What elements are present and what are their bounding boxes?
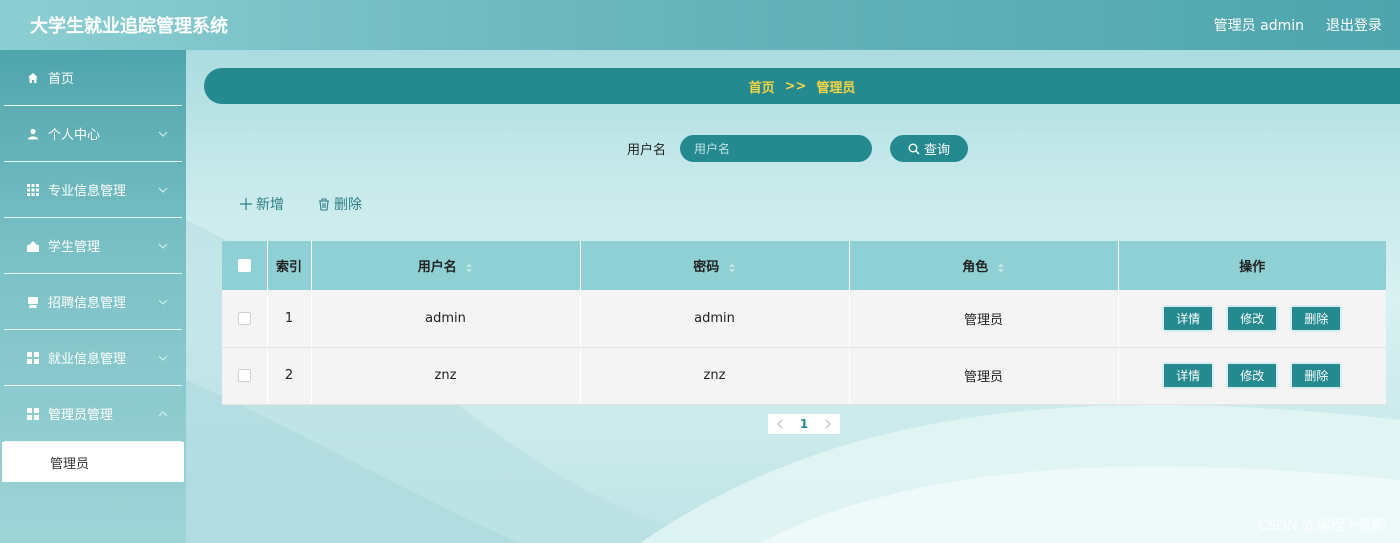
search-icon xyxy=(908,143,920,154)
top-header: 大学生就业追踪管理系统 管理员 admin 退出登录 xyxy=(0,0,1400,50)
detail-button[interactable]: 详情 xyxy=(1162,362,1215,389)
edit-button[interactable]: 修改 xyxy=(1226,362,1279,389)
column-header-index: 索引 xyxy=(267,241,312,290)
batch-delete-label: 删除 xyxy=(334,197,362,213)
column-header-ops: 操作 xyxy=(1118,241,1386,290)
sidebar-item-home[interactable]: 首页 xyxy=(4,50,182,106)
admin-table: 索引 用户名 密码 角色 操作 1 admin admin 管理员 详情 修改 … xyxy=(222,241,1386,405)
home-icon xyxy=(26,71,40,85)
chevron-down-icon xyxy=(158,299,168,305)
column-header-username[interactable]: 用户名 xyxy=(311,241,581,290)
cell-role: 管理员 xyxy=(849,290,1119,348)
sort-icon[interactable] xyxy=(728,262,736,274)
chevron-down-icon xyxy=(158,243,168,249)
logout-link[interactable]: 退出登录 xyxy=(1326,15,1382,35)
chevron-right-icon xyxy=(825,419,831,429)
chevron-down-icon xyxy=(158,355,168,361)
row-checkbox[interactable] xyxy=(237,369,251,382)
sidebar-subitem-admin[interactable]: 管理员 xyxy=(2,442,184,482)
delete-button[interactable]: 删除 xyxy=(1290,362,1343,389)
breadcrumb-home[interactable]: 首页 xyxy=(749,77,775,96)
cell-password: admin xyxy=(580,290,850,348)
breadcrumb: 首页 >> 管理员 xyxy=(204,68,1400,104)
sidebar-item-profile[interactable]: 个人中心 xyxy=(4,106,182,162)
detail-button[interactable]: 详情 xyxy=(1162,304,1215,332)
sort-icon[interactable] xyxy=(997,262,1005,274)
user-icon xyxy=(26,127,40,141)
sidebar: 首页 个人中心 专业信息管理 学生管理 招聘信息管理 就业信息管理 管理员管理 … xyxy=(0,50,186,543)
chevron-up-icon xyxy=(158,410,168,416)
chevron-down-icon xyxy=(158,187,168,193)
cell-index: 2 xyxy=(267,347,312,405)
page-number-current[interactable]: 1 xyxy=(792,414,816,434)
sidebar-item-label: 管理员管理 xyxy=(48,408,114,423)
sidebar-item-label: 个人中心 xyxy=(48,128,101,143)
batch-delete-button[interactable]: 删除 xyxy=(318,194,362,214)
next-page-button[interactable] xyxy=(816,414,840,434)
column-header-role[interactable]: 角色 xyxy=(849,241,1119,290)
cell-ops: 详情 修改 删除 xyxy=(1118,347,1386,405)
sidebar-item-students[interactable]: 学生管理 xyxy=(4,218,182,274)
student-icon xyxy=(26,239,40,253)
cell-role: 管理员 xyxy=(849,347,1119,405)
grid-icon xyxy=(26,183,40,197)
breadcrumb-current: 管理员 xyxy=(816,80,856,96)
chevron-left-icon xyxy=(777,419,783,429)
sidebar-item-label: 就业信息管理 xyxy=(48,352,127,367)
cell-password: znz xyxy=(580,347,850,405)
search-button-label: 查询 xyxy=(924,143,951,158)
cell-index: 1 xyxy=(267,290,312,348)
plus-icon xyxy=(240,198,252,210)
table-row: 1 admin admin 管理员 详情 修改 删除 xyxy=(222,290,1386,348)
search-button[interactable]: 查询 xyxy=(890,135,969,162)
sidebar-item-label: 专业信息管理 xyxy=(48,184,127,199)
row-select-cell xyxy=(222,290,268,348)
app-title: 大学生就业追踪管理系统 xyxy=(30,16,228,37)
header-user-area: 管理员 admin 退出登录 xyxy=(1214,15,1382,35)
column-header-label: 用户名 xyxy=(417,260,457,275)
table-row: 2 znz znz 管理员 详情 修改 删除 xyxy=(222,347,1386,405)
chevron-down-icon xyxy=(158,131,168,137)
search-bar: 用户名 查询 xyxy=(627,135,969,162)
sidebar-item-recruitment[interactable]: 招聘信息管理 xyxy=(4,274,182,330)
sidebar-item-label: 招聘信息管理 xyxy=(48,296,127,311)
column-header-password[interactable]: 密码 xyxy=(580,241,850,290)
select-all-cell xyxy=(222,241,268,290)
delete-button[interactable]: 删除 xyxy=(1290,304,1343,332)
breadcrumb-separator: >> xyxy=(784,78,807,94)
apps-icon xyxy=(26,407,40,421)
cell-ops: 详情 修改 删除 xyxy=(1118,290,1386,348)
sidebar-menu: 首页 个人中心 专业信息管理 学生管理 招聘信息管理 就业信息管理 管理员管理 xyxy=(0,50,186,442)
cell-username: znz xyxy=(311,347,581,405)
column-header-label: 密码 xyxy=(693,260,720,275)
cell-username: admin xyxy=(311,290,581,348)
row-select-cell xyxy=(222,347,268,405)
edit-button[interactable]: 修改 xyxy=(1226,304,1279,332)
watermark: CSDN @编程千纸鹤 xyxy=(1257,518,1386,534)
prev-page-button[interactable] xyxy=(768,414,792,434)
column-header-label: 角色 xyxy=(962,260,989,275)
sidebar-item-label: 首页 xyxy=(48,72,75,87)
current-user-label[interactable]: 管理员 admin xyxy=(1214,15,1304,35)
username-search-input[interactable] xyxy=(680,135,873,162)
row-checkbox[interactable] xyxy=(237,311,251,325)
trash-icon xyxy=(319,197,329,211)
sidebar-item-employment[interactable]: 就业信息管理 xyxy=(4,330,182,386)
search-label: 用户名 xyxy=(627,143,667,158)
add-button-label: 新增 xyxy=(256,197,284,213)
add-button[interactable]: 新增 xyxy=(240,194,284,214)
apps-icon xyxy=(26,351,40,365)
sidebar-item-admin-management[interactable]: 管理员管理 xyxy=(4,386,182,442)
sort-icon[interactable] xyxy=(465,262,473,274)
pagination: 1 xyxy=(768,414,840,434)
select-all-checkbox[interactable] xyxy=(237,259,251,272)
sidebar-item-major-info[interactable]: 专业信息管理 xyxy=(4,162,182,218)
printer-icon xyxy=(26,295,40,309)
table-header-row: 索引 用户名 密码 角色 操作 xyxy=(222,241,1386,290)
toolbar-actions: 新增 删除 xyxy=(240,194,362,214)
sidebar-item-label: 学生管理 xyxy=(48,240,101,255)
